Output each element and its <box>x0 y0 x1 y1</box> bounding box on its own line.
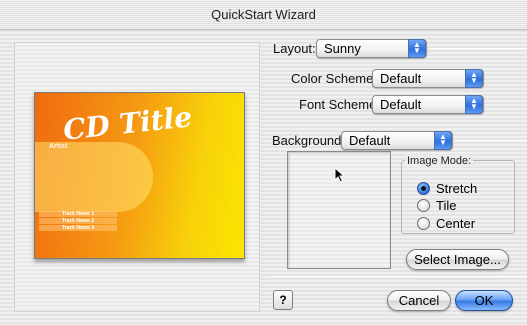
title-bar[interactable]: QuickStart Wizard <box>0 0 527 30</box>
radio-unselected-icon[interactable] <box>417 199 430 212</box>
ok-button[interactable]: OK <box>455 290 513 311</box>
radio-label: Stretch <box>436 181 478 196</box>
background-label: Background: <box>272 133 345 148</box>
popup-arrows-icon: ▲ ▼ <box>465 69 483 88</box>
layout-label: Layout: <box>273 41 316 56</box>
track-item: Track Name 1 <box>39 211 117 217</box>
cover-decoration <box>35 142 153 212</box>
window-title: QuickStart Wizard <box>211 7 316 22</box>
track-item: Track Name 2 <box>39 218 117 224</box>
radio-selected-icon[interactable] <box>417 182 430 195</box>
font-scheme-value: Default <box>380 97 422 112</box>
color-scheme-popup[interactable]: Default ▲ ▼ <box>372 69 484 88</box>
track-list: Track Name 1 Track Name 2 Track Name 3 <box>39 211 117 232</box>
popup-arrows-icon: ▲ ▼ <box>434 131 452 150</box>
cd-title-text: CD Title <box>61 100 194 147</box>
color-scheme-value: Default <box>380 71 422 86</box>
track-item: Track Name 3 <box>39 225 117 231</box>
popup-arrows-icon: ▲ ▼ <box>408 39 426 58</box>
quickstart-wizard-window: QuickStart Wizard CD Title Artist Track … <box>0 0 527 325</box>
cd-artist-text: Artist <box>49 143 68 150</box>
cd-cover-preview: CD Title Artist Track Name 1 Track Name … <box>34 92 245 259</box>
select-image-button[interactable]: Select Image... <box>406 249 509 270</box>
background-value: Default <box>349 133 391 148</box>
popup-arrows-icon: ▲ ▼ <box>465 95 483 114</box>
image-mode-title: Image Mode: <box>405 155 474 167</box>
font-scheme-popup[interactable]: Default ▲ ▼ <box>372 95 484 114</box>
font-scheme-label: Font Scheme: <box>299 97 380 112</box>
color-scheme-label: Color Scheme: <box>291 71 377 86</box>
cancel-button[interactable]: Cancel <box>387 290 451 311</box>
radio-label: Center <box>436 216 476 231</box>
separator <box>430 48 527 49</box>
background-popup[interactable]: Default ▲ ▼ <box>341 131 453 150</box>
radio-label: Tile <box>436 198 457 213</box>
layout-value: Sunny <box>324 41 361 56</box>
mouse-pointer-icon <box>334 167 346 183</box>
radio-unselected-icon[interactable] <box>417 217 430 230</box>
separator <box>270 276 527 277</box>
separator <box>456 140 527 141</box>
layout-popup[interactable]: Sunny ▲ ▼ <box>316 39 427 58</box>
help-button[interactable]: ? <box>273 290 293 310</box>
